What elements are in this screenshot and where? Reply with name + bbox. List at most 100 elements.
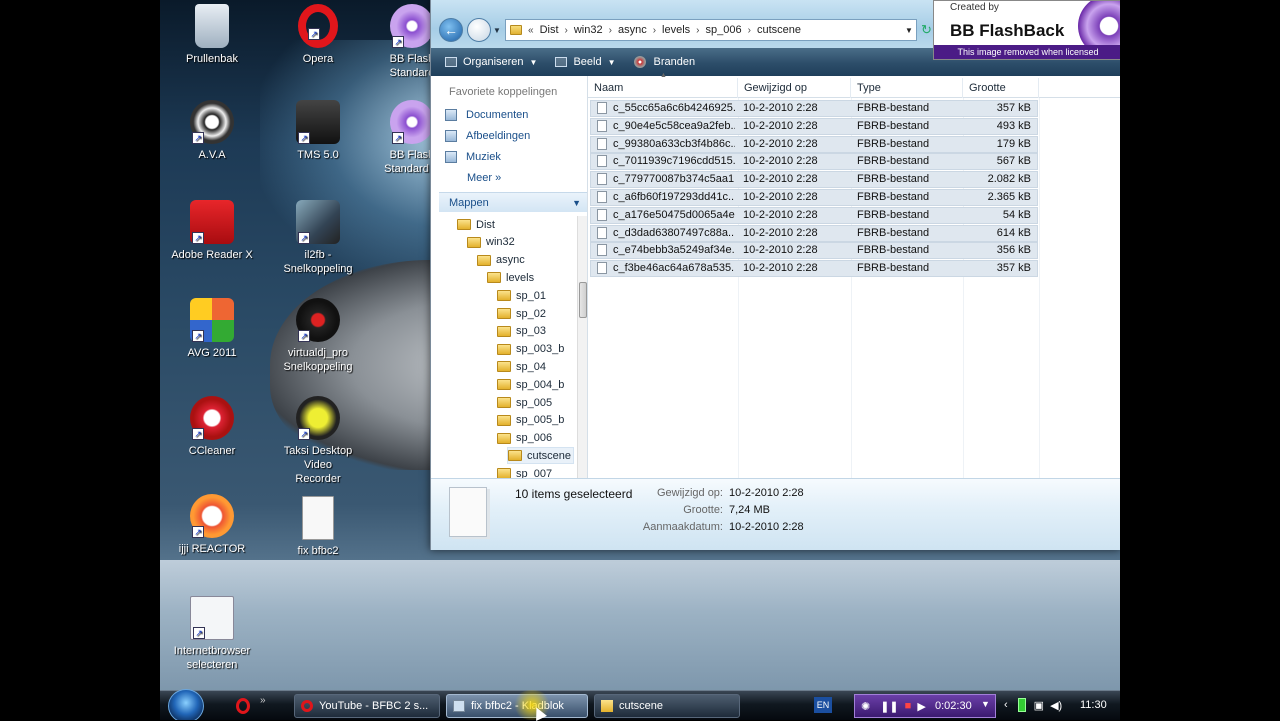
desktop-icon-recycle-bin[interactable]: Prullenbak [164, 4, 260, 66]
file-row[interactable]: c_7011939c7196cdd515... 10-2-2010 2:28 FBR… [590, 153, 1038, 171]
desktop-icon-fix-bfbc2[interactable]: fix bfbc2 [270, 496, 366, 558]
tree-item-levels[interactable]: levels [487, 269, 534, 286]
folders-title: Mappen [449, 197, 489, 209]
desktop-icon-virtualdj[interactable]: ↗ virtualdj_pro Snelkoppeling [270, 298, 366, 374]
file-row[interactable]: c_99380a633cb3f4b86c... 10-2-2010 2:28 FBR… [590, 135, 1038, 153]
column-header-type[interactable]: Type [851, 78, 963, 98]
tree-scrollbar[interactable] [577, 216, 587, 478]
tree-item-sp-003-b[interactable]: sp_003_b [497, 341, 564, 358]
refresh-icon[interactable]: ↻ [921, 22, 932, 38]
breadcrumb-separator-icon[interactable]: › [609, 25, 612, 36]
desktop-icon-ccleaner[interactable]: ↗ CCleaner [164, 396, 260, 458]
file-icon [597, 119, 607, 132]
recorder-control[interactable]: ✺ ❚❚ ■ ▶ 0:02:30 ▼ [854, 694, 996, 718]
column-header-name[interactable]: Naam [588, 78, 738, 98]
desktop-icon-label: Adobe Reader X [171, 249, 253, 261]
desktop-icon-opera[interactable]: ↗ Opera [270, 4, 366, 66]
scrollbar-thumb[interactable] [579, 282, 587, 318]
bb-flashback-icon: ↗ [390, 4, 434, 48]
file-row[interactable]: c_e74bebb3a5249af34e... 10-2-2010 2:28 FBR… [590, 242, 1038, 260]
folders-header[interactable]: Mappen ▼ [439, 192, 587, 212]
burn-button[interactable]: Branden [633, 56, 695, 68]
tree-item-label: sp_003_b [516, 343, 565, 356]
recent-pages-dropdown-icon[interactable]: ▼ [493, 26, 501, 35]
favorites-title: Favoriete koppelingen [449, 86, 558, 98]
play-icon[interactable]: ▶ [917, 700, 925, 713]
language-indicator[interactable]: EN [814, 697, 832, 713]
pictures-icon [445, 130, 457, 142]
forward-button[interactable] [467, 18, 491, 42]
desktop-icon-ava[interactable]: ↗ A.V.A [164, 100, 260, 162]
back-button[interactable]: ← [439, 18, 463, 42]
file-row[interactable]: c_90e4e5c58cea9a2feb... 10-2-2010 2:28 FBR… [590, 117, 1038, 135]
pause-icon[interactable]: ❚❚ [880, 700, 898, 713]
taskbar: » YouTube - BFBC 2 s... fix bfbc2 - Klad… [160, 689, 1120, 720]
battery-icon[interactable] [1017, 698, 1026, 712]
shortcut-arrow-icon: ↗ [298, 132, 310, 144]
tree-item-sp-01[interactable]: sp_01 [497, 287, 546, 304]
favorite-music[interactable]: Muziek [445, 148, 501, 166]
tree-item-sp-04[interactable]: sp_04 [497, 358, 546, 375]
address-dropdown-icon[interactable]: ▼ [905, 26, 913, 35]
view-button[interactable]: Beeld ▼ [555, 56, 616, 68]
desktop-icon-browser-select[interactable]: ↗ Internetbrowser selecteren [164, 596, 260, 672]
desktop-icon-avg[interactable]: ↗ AVG 2011 [164, 298, 260, 360]
breadcrumb-levels[interactable]: levels [662, 24, 690, 36]
column-header-modified[interactable]: Gewijzigd op [738, 78, 851, 98]
column-header-size[interactable]: Grootte [963, 78, 1039, 98]
file-name-cell: c_7011939c7196cdd515... [597, 155, 735, 168]
breadcrumb-overflow[interactable]: « [528, 25, 534, 36]
start-button[interactable] [168, 689, 204, 720]
desktop-icon-tms[interactable]: ↗ TMS 5.0 [270, 100, 366, 162]
breadcrumb-sp-006[interactable]: sp_006 [706, 24, 742, 36]
tree-item-cutscene[interactable]: cutscene [507, 447, 575, 465]
organize-button[interactable]: Organiseren ▼ [445, 56, 537, 68]
breadcrumb-separator-icon[interactable]: › [696, 25, 699, 36]
favorite-pictures[interactable]: Afbeeldingen [445, 127, 530, 145]
tree-item-sp-007[interactable]: sp_007 [497, 465, 552, 478]
details-modified-label: Gewijzigd op: [656, 487, 723, 499]
details-created-label: Aanmaakdatum: [642, 521, 723, 533]
desktop-icon-taksi[interactable]: ↗ Taksi Desktop Video Recorder [270, 396, 366, 486]
file-row[interactable]: c_d3dad63807497c88a... 10-2-2010 2:28 FBRB… [590, 224, 1038, 242]
breadcrumb-separator-icon[interactable]: › [565, 25, 568, 36]
quicklaunch-overflow-icon[interactable]: » [260, 695, 266, 706]
desktop-icon-il2fb[interactable]: ↗ il2fb - Snelkoppeling [270, 200, 366, 276]
breadcrumb-async[interactable]: async [618, 24, 647, 36]
tree-item-dist[interactable]: Dist [457, 216, 495, 233]
tree-item-sp-005-b[interactable]: sp_005_b [497, 412, 564, 429]
tree-item-sp-004-b[interactable]: sp_004_b [497, 376, 564, 393]
more-favorites-link[interactable]: Meer » [467, 172, 501, 184]
tree-item-async[interactable]: async [477, 252, 525, 269]
address-field[interactable]: « Dist › win32 › async › levels › sp_006 › cu… [505, 19, 917, 41]
quicklaunch-opera-icon[interactable] [236, 698, 250, 714]
breadcrumb-dist[interactable]: Dist [540, 24, 559, 36]
task-cutscene-folder[interactable]: cutscene [594, 694, 740, 718]
file-row[interactable]: c_a6fb60f197293dd41c... 10-2-2010 2:28 FBR… [590, 189, 1038, 206]
file-row[interactable]: c_779770087b374c5aa1... 10-2-2010 2:28 FBR… [590, 171, 1038, 189]
stop-icon[interactable]: ■ [905, 700, 912, 712]
recorder-menu-icon[interactable]: ▼ [981, 699, 990, 709]
tree-item-win32[interactable]: win32 [467, 234, 515, 251]
breadcrumb-separator-icon[interactable]: › [653, 25, 656, 36]
favorite-documents[interactable]: Documenten [445, 106, 528, 124]
file-row[interactable]: c_f3be46ac64a678a535... 10-2-2010 2:28 FBR… [590, 260, 1038, 278]
tree-item-sp-03[interactable]: sp_03 [497, 323, 546, 340]
file-row[interactable]: c_55cc65a6c6b4246925... 10-2-2010 2:28 FBR… [590, 100, 1038, 117]
tree-item-sp-005[interactable]: sp_005 [497, 394, 552, 411]
clock[interactable]: 11:30 [1080, 699, 1107, 711]
task-youtube[interactable]: YouTube - BFBC 2 s... [294, 694, 440, 718]
volume-icon[interactable]: ◀) [1050, 699, 1062, 712]
tree-item-label: levels [506, 271, 535, 284]
tree-item-sp-006[interactable]: sp_006 [497, 430, 552, 447]
desktop-icon-ijji-reactor[interactable]: ↗ ijji REACTOR [164, 494, 260, 556]
breadcrumb-separator-icon[interactable]: › [748, 25, 751, 36]
breadcrumb-win32[interactable]: win32 [574, 24, 603, 36]
browser-select-icon: ↗ [190, 596, 234, 640]
desktop-icon-adobe-reader[interactable]: ↗ Adobe Reader X [164, 200, 260, 262]
tree-item-sp-02[interactable]: sp_02 [497, 305, 546, 322]
tray-expand-icon[interactable]: ‹ [1004, 699, 1008, 711]
breadcrumb-cutscene[interactable]: cutscene [757, 24, 801, 36]
network-icon[interactable]: ▣ [1034, 699, 1044, 712]
file-row[interactable]: c_a176e50475d0065a4e... 10-2-2010 2:28 FBR… [590, 206, 1038, 224]
